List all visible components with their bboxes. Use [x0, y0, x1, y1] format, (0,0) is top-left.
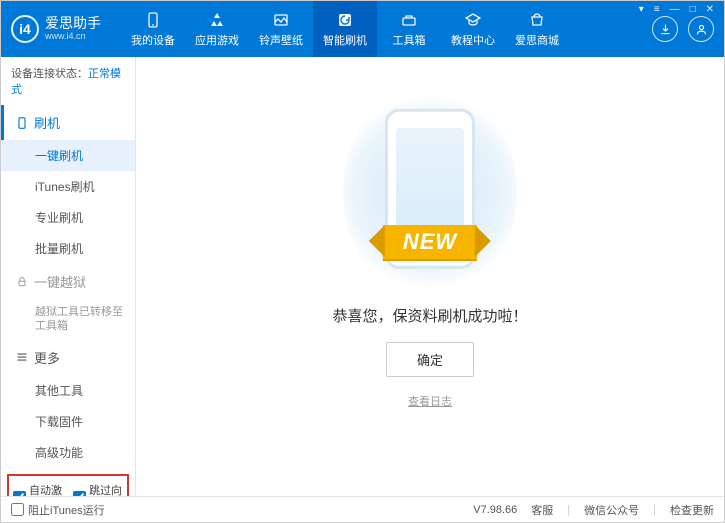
sidebar-item-advanced[interactable]: 高级功能: [1, 437, 135, 468]
nav-label: 爱思商城: [515, 32, 559, 48]
app-header: ▾ ≡ — □ ✕ i4 爱思助手 www.i4.cn 我的设备 应用游戏: [1, 1, 724, 57]
phone-icon: [144, 11, 162, 29]
checkbox-skip-guide[interactable]: 跳过向导: [73, 482, 123, 496]
wechat-link[interactable]: 微信公众号: [584, 502, 639, 518]
toolbox-icon: [400, 11, 418, 29]
lock-icon: [16, 276, 28, 288]
refresh-icon: [336, 11, 354, 29]
success-message: 恭喜您，保资料刷机成功啦！: [332, 305, 527, 326]
app-logo: i4 爱思助手 www.i4.cn: [11, 15, 121, 43]
menu-icon[interactable]: ▾: [637, 4, 646, 15]
nav-label: 铃声壁纸: [259, 32, 303, 48]
checkbox-auto-activate[interactable]: 自动激活: [13, 482, 63, 496]
minimize-button[interactable]: —: [668, 4, 682, 15]
sidebar-item-batch[interactable]: 批量刷机: [1, 233, 135, 264]
maximize-button[interactable]: □: [688, 4, 698, 15]
sidebar-item-firmware[interactable]: 下载固件: [1, 406, 135, 437]
nav-label: 工具箱: [393, 32, 426, 48]
wallpaper-icon: [272, 11, 290, 29]
nav-my-device[interactable]: 我的设备: [121, 1, 185, 57]
nav-ringtones[interactable]: 铃声壁纸: [249, 1, 313, 57]
sidebar: 设备连接状态：正常模式 刷机 一键刷机 iTunes刷机 专业刷机 批量刷机 一…: [1, 57, 136, 496]
sidebar-item-oneclick[interactable]: 一键刷机: [1, 140, 135, 171]
footer: 阻止iTunes运行 V7.98.66 客服 | 微信公众号 | 检查更新: [1, 496, 724, 522]
new-banner: NEW: [383, 225, 477, 259]
nav-label: 智能刷机: [323, 32, 367, 48]
jailbreak-note: 越狱工具已转移至工具箱: [1, 299, 135, 340]
nav-label: 应用游戏: [195, 32, 239, 48]
top-nav: 我的设备 应用游戏 铃声壁纸 智能刷机 工具箱 教程中心: [121, 1, 569, 57]
sidebar-item-other[interactable]: 其他工具: [1, 375, 135, 406]
nav-label: 教程中心: [451, 32, 495, 48]
phone-icon: [16, 117, 28, 129]
sidebar-item-pro[interactable]: 专业刷机: [1, 202, 135, 233]
app-title: 爱思助手: [45, 16, 101, 31]
nav-flash[interactable]: 智能刷机: [313, 1, 377, 57]
nav-toolbox[interactable]: 工具箱: [377, 1, 441, 57]
store-icon: [528, 11, 546, 29]
section-jailbreak[interactable]: 一键越狱: [1, 264, 135, 299]
support-link[interactable]: 客服: [531, 502, 553, 518]
version-label: V7.98.66: [473, 504, 517, 516]
apps-icon: [208, 11, 226, 29]
graduation-icon: [464, 11, 482, 29]
sidebar-item-itunes[interactable]: iTunes刷机: [1, 171, 135, 202]
checkbox-block-itunes[interactable]: 阻止iTunes运行: [11, 502, 105, 518]
connection-status: 设备连接状态：正常模式: [1, 57, 135, 105]
app-url: www.i4.cn: [45, 32, 101, 42]
nav-store[interactable]: 爱思商城: [505, 1, 569, 57]
nav-apps[interactable]: 应用游戏: [185, 1, 249, 57]
nav-tutorials[interactable]: 教程中心: [441, 1, 505, 57]
success-illustration: NEW: [355, 97, 505, 287]
main-content: NEW 恭喜您，保资料刷机成功啦！ 确定 查看日志: [136, 57, 724, 496]
user-button[interactable]: [688, 16, 714, 42]
view-log-link[interactable]: 查看日志: [408, 393, 452, 409]
download-button[interactable]: [652, 16, 678, 42]
window-controls: ▾ ≡ — □ ✕: [637, 4, 716, 15]
ok-button[interactable]: 确定: [386, 342, 474, 377]
nav-label: 我的设备: [131, 32, 175, 48]
close-button[interactable]: ✕: [704, 4, 716, 15]
section-more[interactable]: 更多: [1, 340, 135, 375]
section-flash[interactable]: 刷机: [1, 105, 135, 140]
list-icon[interactable]: ≡: [652, 4, 662, 15]
menu-icon: [16, 351, 28, 363]
logo-icon: i4: [11, 15, 39, 43]
options-highlight: 自动激活 跳过向导: [7, 474, 129, 496]
check-update-link[interactable]: 检查更新: [670, 502, 714, 518]
